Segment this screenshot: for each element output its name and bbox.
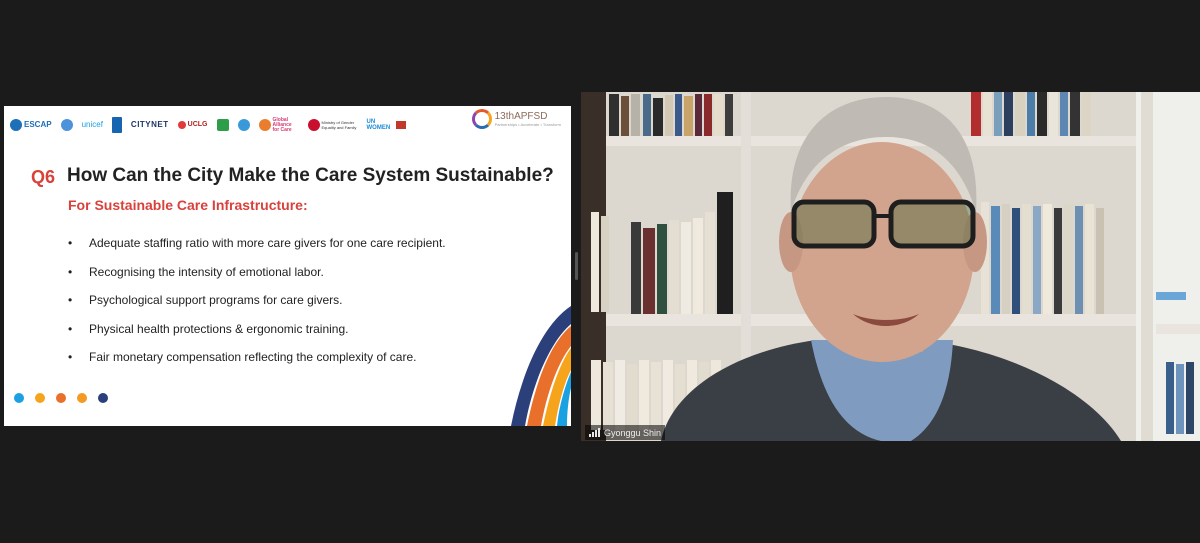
partner-logo-7 [216,119,229,131]
shared-slide: ESCAP unicef CITYNET UCLG Global Allianc… [4,106,571,426]
dot-3 [56,393,66,403]
split-resize-handle[interactable] [575,252,578,280]
bullet-list: • Adequate staffing ratio with more care … [68,236,446,379]
uclg-logo: UCLG [177,121,208,129]
global-alliance-logo: Global Alliance for Care [258,117,299,133]
participant-name-tag: Gyonggu Shin [585,425,666,440]
dot-2 [35,393,45,403]
apfsd-logo: 13thAPFSD Partnerships • Accelerate • Tr… [471,109,561,129]
decorative-swoosh [511,306,571,426]
decorative-dots [14,393,108,403]
unwomen-logo: UN WOMEN [366,119,391,131]
dot-5 [98,393,108,403]
apfsd-ring-icon [471,109,492,129]
slide-subtitle: For Sustainable Care Infrastructure: [68,197,308,213]
korea-ministry-logo: Ministry of Gender Equality and Family [307,119,358,131]
partner-logo-8 [237,119,250,131]
question-number: Q6 [31,167,56,187]
list-item: • Adequate staffing ratio with more care … [68,236,446,250]
slide-title: How Can the City Make the Care System Su… [67,165,554,186]
list-item: • Recognising the intensity of emotional … [68,264,324,279]
signal-strength-icon [589,428,600,437]
list-item: • Fair monetary compensation reflecting t… [68,350,417,364]
partner-logos: ESCAP unicef CITYNET UCLG Global Allianc… [10,110,406,140]
video-feed [581,92,1200,441]
dot-1 [14,393,24,403]
un-logo [60,119,73,131]
escap-logo: ESCAP [10,119,52,131]
dot-4 [77,393,87,403]
unicef-logo: unicef [81,120,103,129]
list-item: • Physical health protections & ergonomic… [68,321,349,336]
undp-logo [111,117,122,133]
participant-video [581,92,1200,441]
apfsd-tagline: Partnerships • Accelerate • Transform [494,122,561,127]
apfsd-label: 13thAPFSD [494,111,548,122]
partner-logo-12 [395,121,406,129]
list-item: • Psychological support programs for care… [68,293,343,307]
participant-name: Gyonggu Shin [604,427,662,438]
citynet-logo: CITYNET [130,120,169,129]
